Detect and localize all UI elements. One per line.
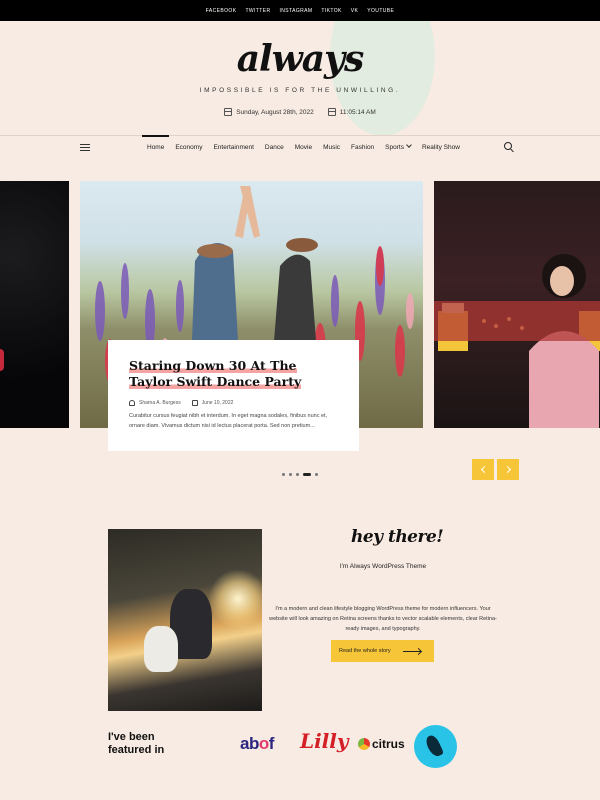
nav-item-movie[interactable]: Movie [295, 136, 312, 160]
featured-post-card: Staring Down 30 At The Taylor Swift Danc… [108, 340, 359, 451]
slider-pagination [282, 473, 318, 476]
citrus-logo[interactable]: citrus [358, 737, 405, 751]
clock-icon [327, 108, 336, 116]
slide-image-next[interactable] [434, 181, 600, 428]
tiktok-link[interactable]: TIKTOK [321, 8, 341, 14]
citrus-mark-icon [358, 738, 370, 750]
abof-logo-f: f [268, 734, 275, 753]
chevron-down-icon [406, 142, 412, 148]
current-time: 11:05:14 AM [339, 108, 376, 116]
read-story-button[interactable]: Read the whole story [331, 640, 434, 662]
instagram-link[interactable]: INSTAGRAM [279, 8, 312, 14]
search-icon[interactable] [504, 142, 512, 150]
main-navigation: Home Economy Entertainment Dance Movie M… [0, 135, 600, 159]
nav-item-entertainment[interactable]: Entertainment [213, 136, 253, 160]
calendar-icon [224, 108, 233, 116]
arrow-right-icon [403, 650, 421, 652]
calendar-icon [191, 400, 198, 406]
slide-image-detail [0, 349, 4, 371]
nav-item-music[interactable]: Music [323, 136, 340, 160]
about-subtitle: I'm Always WordPress Theme [339, 563, 427, 570]
current-date: Sunday, August 28th, 2022 [236, 108, 314, 116]
slider-next-button[interactable] [497, 459, 519, 480]
twitter-link[interactable]: TWITTER [245, 8, 270, 14]
about-text: I'm a modern and clean lifestyle bloggin… [269, 606, 497, 632]
youtube-link[interactable]: YOUTUBE [367, 8, 394, 14]
site-tagline: IMPOSSIBLE IS FOR THE UNWILLING. [199, 87, 401, 94]
post-date: June 10, 2022 [201, 400, 234, 406]
social-topbar: FACEBOOK TWITTER INSTAGRAM TIKTOK VK YOU… [0, 0, 600, 21]
user-icon [129, 400, 135, 406]
facebook-link[interactable]: FACEBOOK [206, 8, 237, 14]
nav-item-sports[interactable]: Sports [385, 136, 412, 160]
site-logo[interactable]: always [0, 38, 600, 80]
date-time-bar: Sunday, August 28th, 2022 11:05:14 AM [0, 108, 600, 116]
slide-image-previous[interactable] [0, 181, 69, 428]
featured-in-label: I've been featured in [108, 731, 165, 756]
abof-logo-o: o [258, 734, 269, 753]
vk-link[interactable]: VK [351, 8, 358, 14]
bird-logo-icon[interactable] [414, 725, 457, 768]
post-author[interactable]: Sharna A. Burgess [139, 400, 181, 406]
read-story-label: Read the whole story [339, 648, 391, 654]
slider-prev-button[interactable] [472, 459, 494, 480]
citrus-logo-text: citrus [372, 737, 405, 751]
lilly-logo[interactable]: Lilly [300, 729, 348, 753]
post-meta: Sharna A. Burgess June 10, 2022 [129, 400, 339, 406]
nav-item-reality-show[interactable]: Reality Show [422, 136, 460, 160]
post-title[interactable]: Staring Down 30 At The Taylor Swift Danc… [129, 358, 339, 390]
cinema-seats [434, 301, 600, 341]
post-excerpt: Curabitur cursus feugiat nibh et interdu… [129, 413, 328, 429]
about-script-title: hey there! [351, 527, 444, 547]
slider-dot-active[interactable] [303, 473, 311, 476]
photo-detail [208, 569, 262, 629]
abof-logo-text: ab [240, 734, 259, 753]
nav-item-home[interactable]: Home [141, 135, 170, 160]
slider-dot[interactable] [315, 473, 318, 476]
nav-item-fashion[interactable]: Fashion [351, 136, 374, 160]
abof-logo[interactable]: abof [240, 734, 274, 754]
nav-menu: Home Economy Entertainment Dance Movie M… [141, 135, 471, 160]
nav-item-economy[interactable]: Economy [175, 136, 202, 160]
slider-dot[interactable] [296, 473, 299, 476]
post-title-text: Staring Down 30 At The Taylor Swift Danc… [129, 358, 302, 389]
about-photo [108, 529, 262, 711]
site-header: always IMPOSSIBLE IS FOR THE UNWILLING. … [0, 21, 600, 135]
photo-detail [144, 626, 178, 672]
nav-item-sports-label: Sports [385, 144, 404, 151]
nav-item-dance[interactable]: Dance [265, 136, 284, 160]
slider-dot[interactable] [289, 473, 292, 476]
hamburger-menu-icon[interactable] [80, 144, 90, 151]
slider-dot[interactable] [282, 473, 285, 476]
